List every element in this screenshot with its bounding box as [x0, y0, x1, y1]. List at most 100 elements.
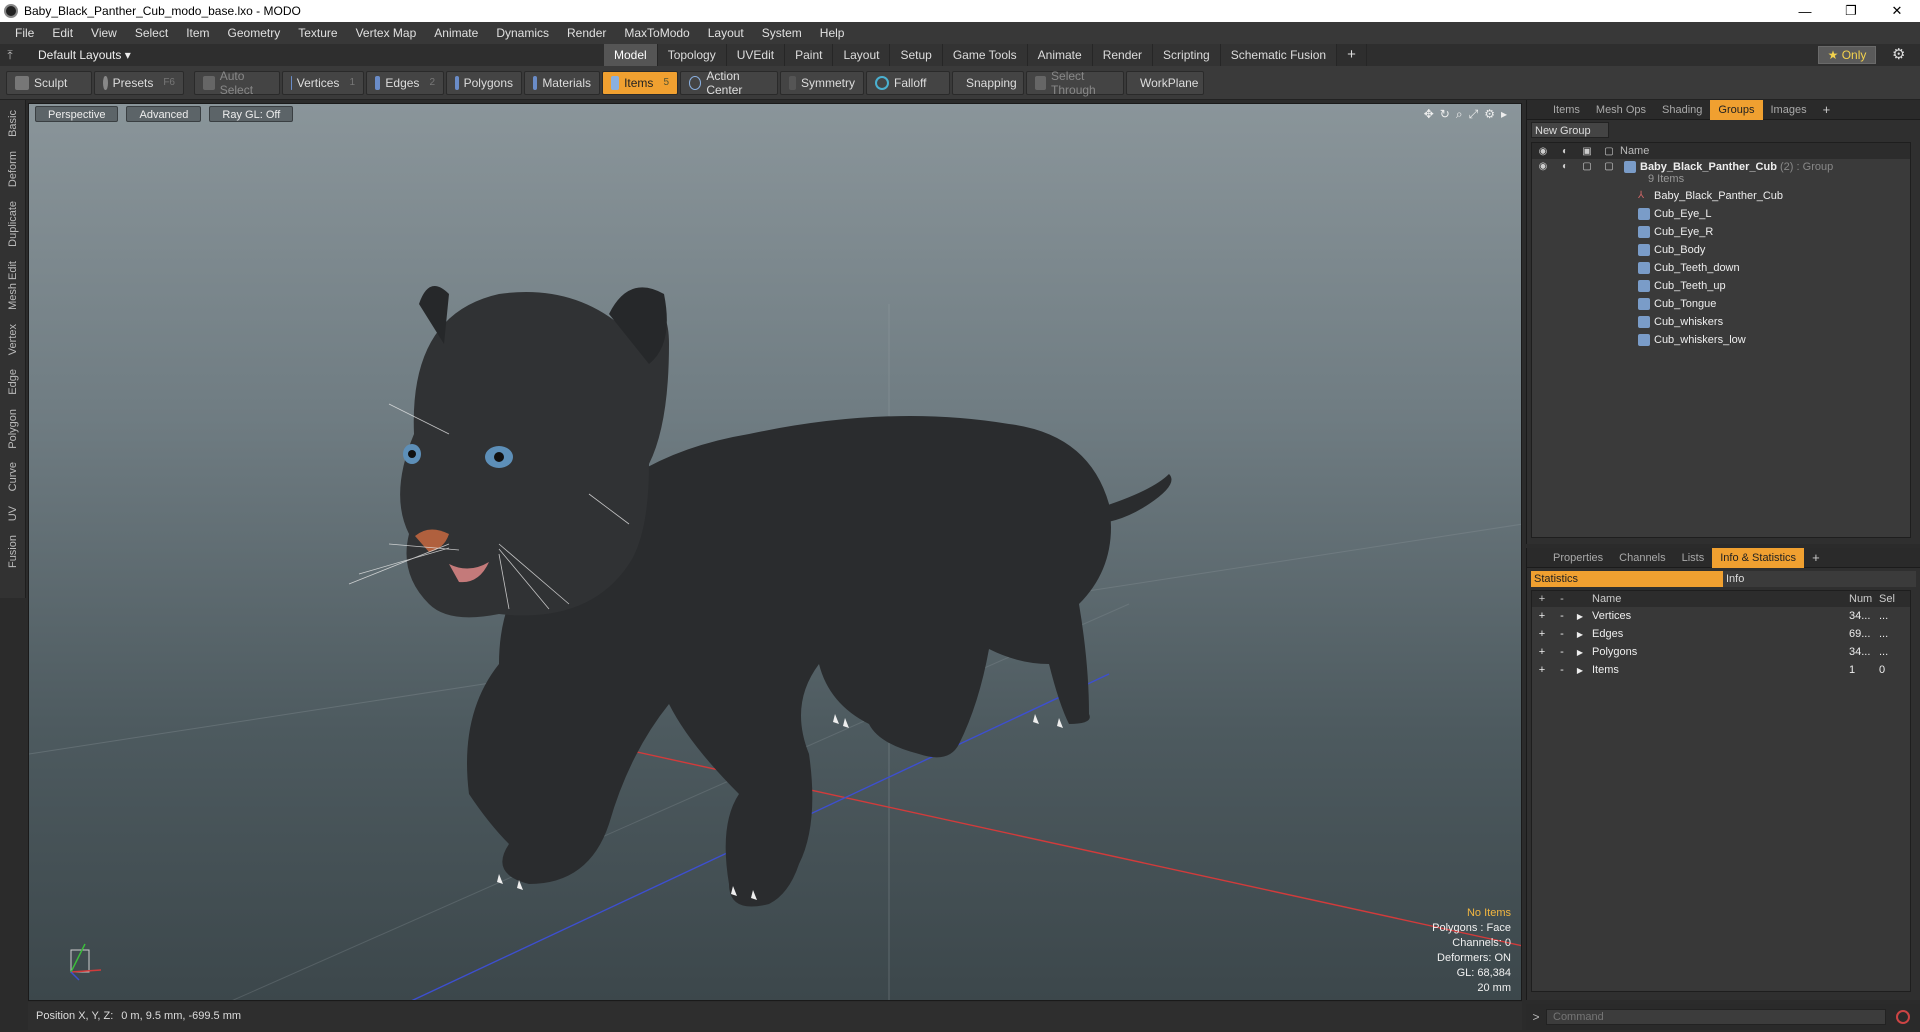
remove-selection-icon[interactable]: -: [1552, 628, 1572, 640]
group-render-icon[interactable]: ◐: [1554, 161, 1576, 172]
sculpt-button[interactable]: Sculpt: [6, 70, 92, 95]
tab-render[interactable]: Render: [1092, 44, 1154, 66]
stats-num-header[interactable]: Num: [1846, 593, 1876, 605]
vtab-polygon[interactable]: Polygon: [7, 405, 19, 453]
polygons-button[interactable]: Polygons: [446, 70, 522, 95]
fit-view-icon[interactable]: ⤢: [1469, 107, 1479, 122]
list-item[interactable]: Cub_Teeth_down: [1532, 259, 1910, 277]
menu-geometry[interactable]: Geometry: [219, 26, 290, 40]
remove-selection-icon[interactable]: -: [1552, 610, 1572, 622]
vtab-curve[interactable]: Curve: [7, 458, 19, 495]
table-row[interactable]: + - ▶ Polygons 34......: [1532, 643, 1910, 661]
add-selection-icon[interactable]: +: [1532, 646, 1552, 658]
add-selection-icon[interactable]: +: [1532, 628, 1552, 640]
name-column-header[interactable]: Name: [1620, 145, 1649, 157]
remove-selection-icon[interactable]: -: [1552, 664, 1572, 676]
select-column-icon[interactable]: ▢: [1598, 146, 1620, 157]
statistics-subtab[interactable]: Statistics: [1531, 571, 1723, 587]
stats-sel-header[interactable]: Sel: [1876, 593, 1906, 605]
menu-render[interactable]: Render: [558, 26, 615, 40]
menu-vertex-map[interactable]: Vertex Map: [347, 26, 426, 40]
list-item[interactable]: Cub_Eye_L: [1532, 205, 1910, 223]
view-menu-icon[interactable]: ▸: [1501, 107, 1507, 122]
stats-name-header[interactable]: Name: [1588, 593, 1846, 605]
menu-file[interactable]: File: [6, 26, 43, 40]
add-tab-button[interactable]: +: [1337, 44, 1367, 66]
items-button[interactable]: Items 5: [602, 70, 678, 95]
menu-maxtomodo[interactable]: MaxToModo: [615, 26, 698, 40]
menu-texture[interactable]: Texture: [289, 26, 346, 40]
tab-mesh-ops[interactable]: Mesh Ops: [1588, 100, 1654, 120]
workplane-button[interactable]: WorkPlane: [1126, 70, 1204, 95]
menu-animate[interactable]: Animate: [425, 26, 487, 40]
tab-animate[interactable]: Animate: [1027, 44, 1093, 66]
group-lock-icon[interactable]: ▢: [1576, 161, 1598, 172]
menu-item[interactable]: Item: [177, 26, 218, 40]
menu-dynamics[interactable]: Dynamics: [487, 26, 558, 40]
vtab-vertex[interactable]: Vertex: [7, 320, 19, 359]
command-input[interactable]: [1546, 1009, 1886, 1025]
vertices-button[interactable]: Vertices 1: [282, 70, 364, 95]
pin-icon[interactable]: ⤒: [0, 48, 20, 63]
auto-select-button[interactable]: Auto Select: [194, 69, 280, 97]
select-through-button[interactable]: Select Through: [1026, 69, 1124, 97]
list-item[interactable]: Cub_whiskers: [1532, 313, 1910, 331]
view-settings-icon[interactable]: ⚙: [1484, 107, 1495, 122]
list-item[interactable]: Cub_Tongue: [1532, 295, 1910, 313]
tab-schematic-fusion[interactable]: Schematic Fusion: [1220, 44, 1338, 66]
menu-layout[interactable]: Layout: [699, 26, 753, 40]
vtab-edge[interactable]: Edge: [7, 365, 19, 399]
menu-select[interactable]: Select: [126, 26, 177, 40]
list-item[interactable]: Cub_Eye_R: [1532, 223, 1910, 241]
materials-button[interactable]: Materials: [524, 70, 600, 95]
tab-model[interactable]: Model: [604, 44, 658, 66]
vtab-fusion[interactable]: Fusion: [7, 531, 19, 572]
tab-items[interactable]: Items: [1545, 100, 1588, 120]
expand-all-icon[interactable]: +: [1532, 593, 1552, 605]
move-view-icon[interactable]: ✥: [1424, 107, 1434, 122]
add-panel-tab-button[interactable]: +: [1804, 548, 1828, 568]
list-item[interactable]: Cub_Body: [1532, 241, 1910, 259]
tab-info-statistics[interactable]: Info & Statistics: [1712, 547, 1805, 568]
symmetry-button[interactable]: Symmetry: [780, 70, 864, 95]
group-row[interactable]: ◉ ◐ ▢ ▢ Baby_Black_Panther_Cub (2) : Gro…: [1532, 159, 1910, 187]
tab-properties[interactable]: Properties: [1545, 548, 1611, 568]
vtab-duplicate[interactable]: Duplicate: [7, 197, 19, 251]
rotate-view-icon[interactable]: ↻: [1440, 107, 1450, 122]
tab-shading[interactable]: Shading: [1654, 100, 1710, 120]
expand-arrow-icon[interactable]: ▶: [1572, 630, 1588, 639]
snapping-button[interactable]: Snapping: [952, 70, 1024, 95]
only-toggle[interactable]: ★ Only: [1818, 46, 1876, 64]
minimize-button[interactable]: —: [1782, 0, 1828, 22]
table-row[interactable]: + - ▶ Vertices 34......: [1532, 607, 1910, 625]
vtab-mesh-edit[interactable]: Mesh Edit: [7, 257, 19, 314]
list-item[interactable]: Cub_whiskers_low: [1532, 331, 1910, 349]
menu-edit[interactable]: Edit: [43, 26, 82, 40]
falloff-button[interactable]: Falloff: [866, 70, 950, 95]
tab-lists[interactable]: Lists: [1674, 548, 1713, 568]
tab-groups[interactable]: Groups: [1710, 99, 1763, 120]
maximize-button[interactable]: ❐: [1828, 0, 1874, 22]
zoom-view-icon[interactable]: ⌕: [1456, 107, 1463, 122]
presets-button[interactable]: Presets F6: [94, 70, 184, 95]
record-macro-icon[interactable]: [1896, 1010, 1910, 1024]
edges-button[interactable]: Edges 2: [366, 70, 444, 95]
expand-arrow-icon[interactable]: ▶: [1572, 648, 1588, 657]
raygl-button[interactable]: Ray GL: Off: [209, 106, 294, 122]
shading-advanced-button[interactable]: Advanced: [126, 106, 202, 122]
group-visibility-icon[interactable]: ◉: [1532, 161, 1554, 172]
remove-selection-icon[interactable]: -: [1552, 646, 1572, 658]
vtab-deform[interactable]: Deform: [7, 147, 19, 191]
list-item[interactable]: ⅄ Baby_Black_Panther_Cub: [1532, 187, 1910, 205]
tab-game-tools[interactable]: Game Tools: [942, 44, 1028, 66]
3d-viewport[interactable]: Perspective Advanced Ray GL: Off ✥ ↻ ⌕ ⤢…: [28, 103, 1522, 1001]
lock-column-icon[interactable]: ▣: [1576, 146, 1598, 157]
tab-uvedit[interactable]: UVEdit: [726, 44, 786, 66]
visibility-column-icon[interactable]: ◉: [1532, 146, 1554, 157]
action-center-button[interactable]: Action Center: [680, 69, 778, 97]
add-selection-icon[interactable]: +: [1532, 610, 1552, 622]
vtab-uv[interactable]: UV: [7, 502, 19, 525]
render-column-icon[interactable]: ◐: [1554, 146, 1576, 157]
tab-layout[interactable]: Layout: [833, 44, 891, 66]
table-row[interactable]: + - ▶ Items 1 0: [1532, 661, 1910, 679]
